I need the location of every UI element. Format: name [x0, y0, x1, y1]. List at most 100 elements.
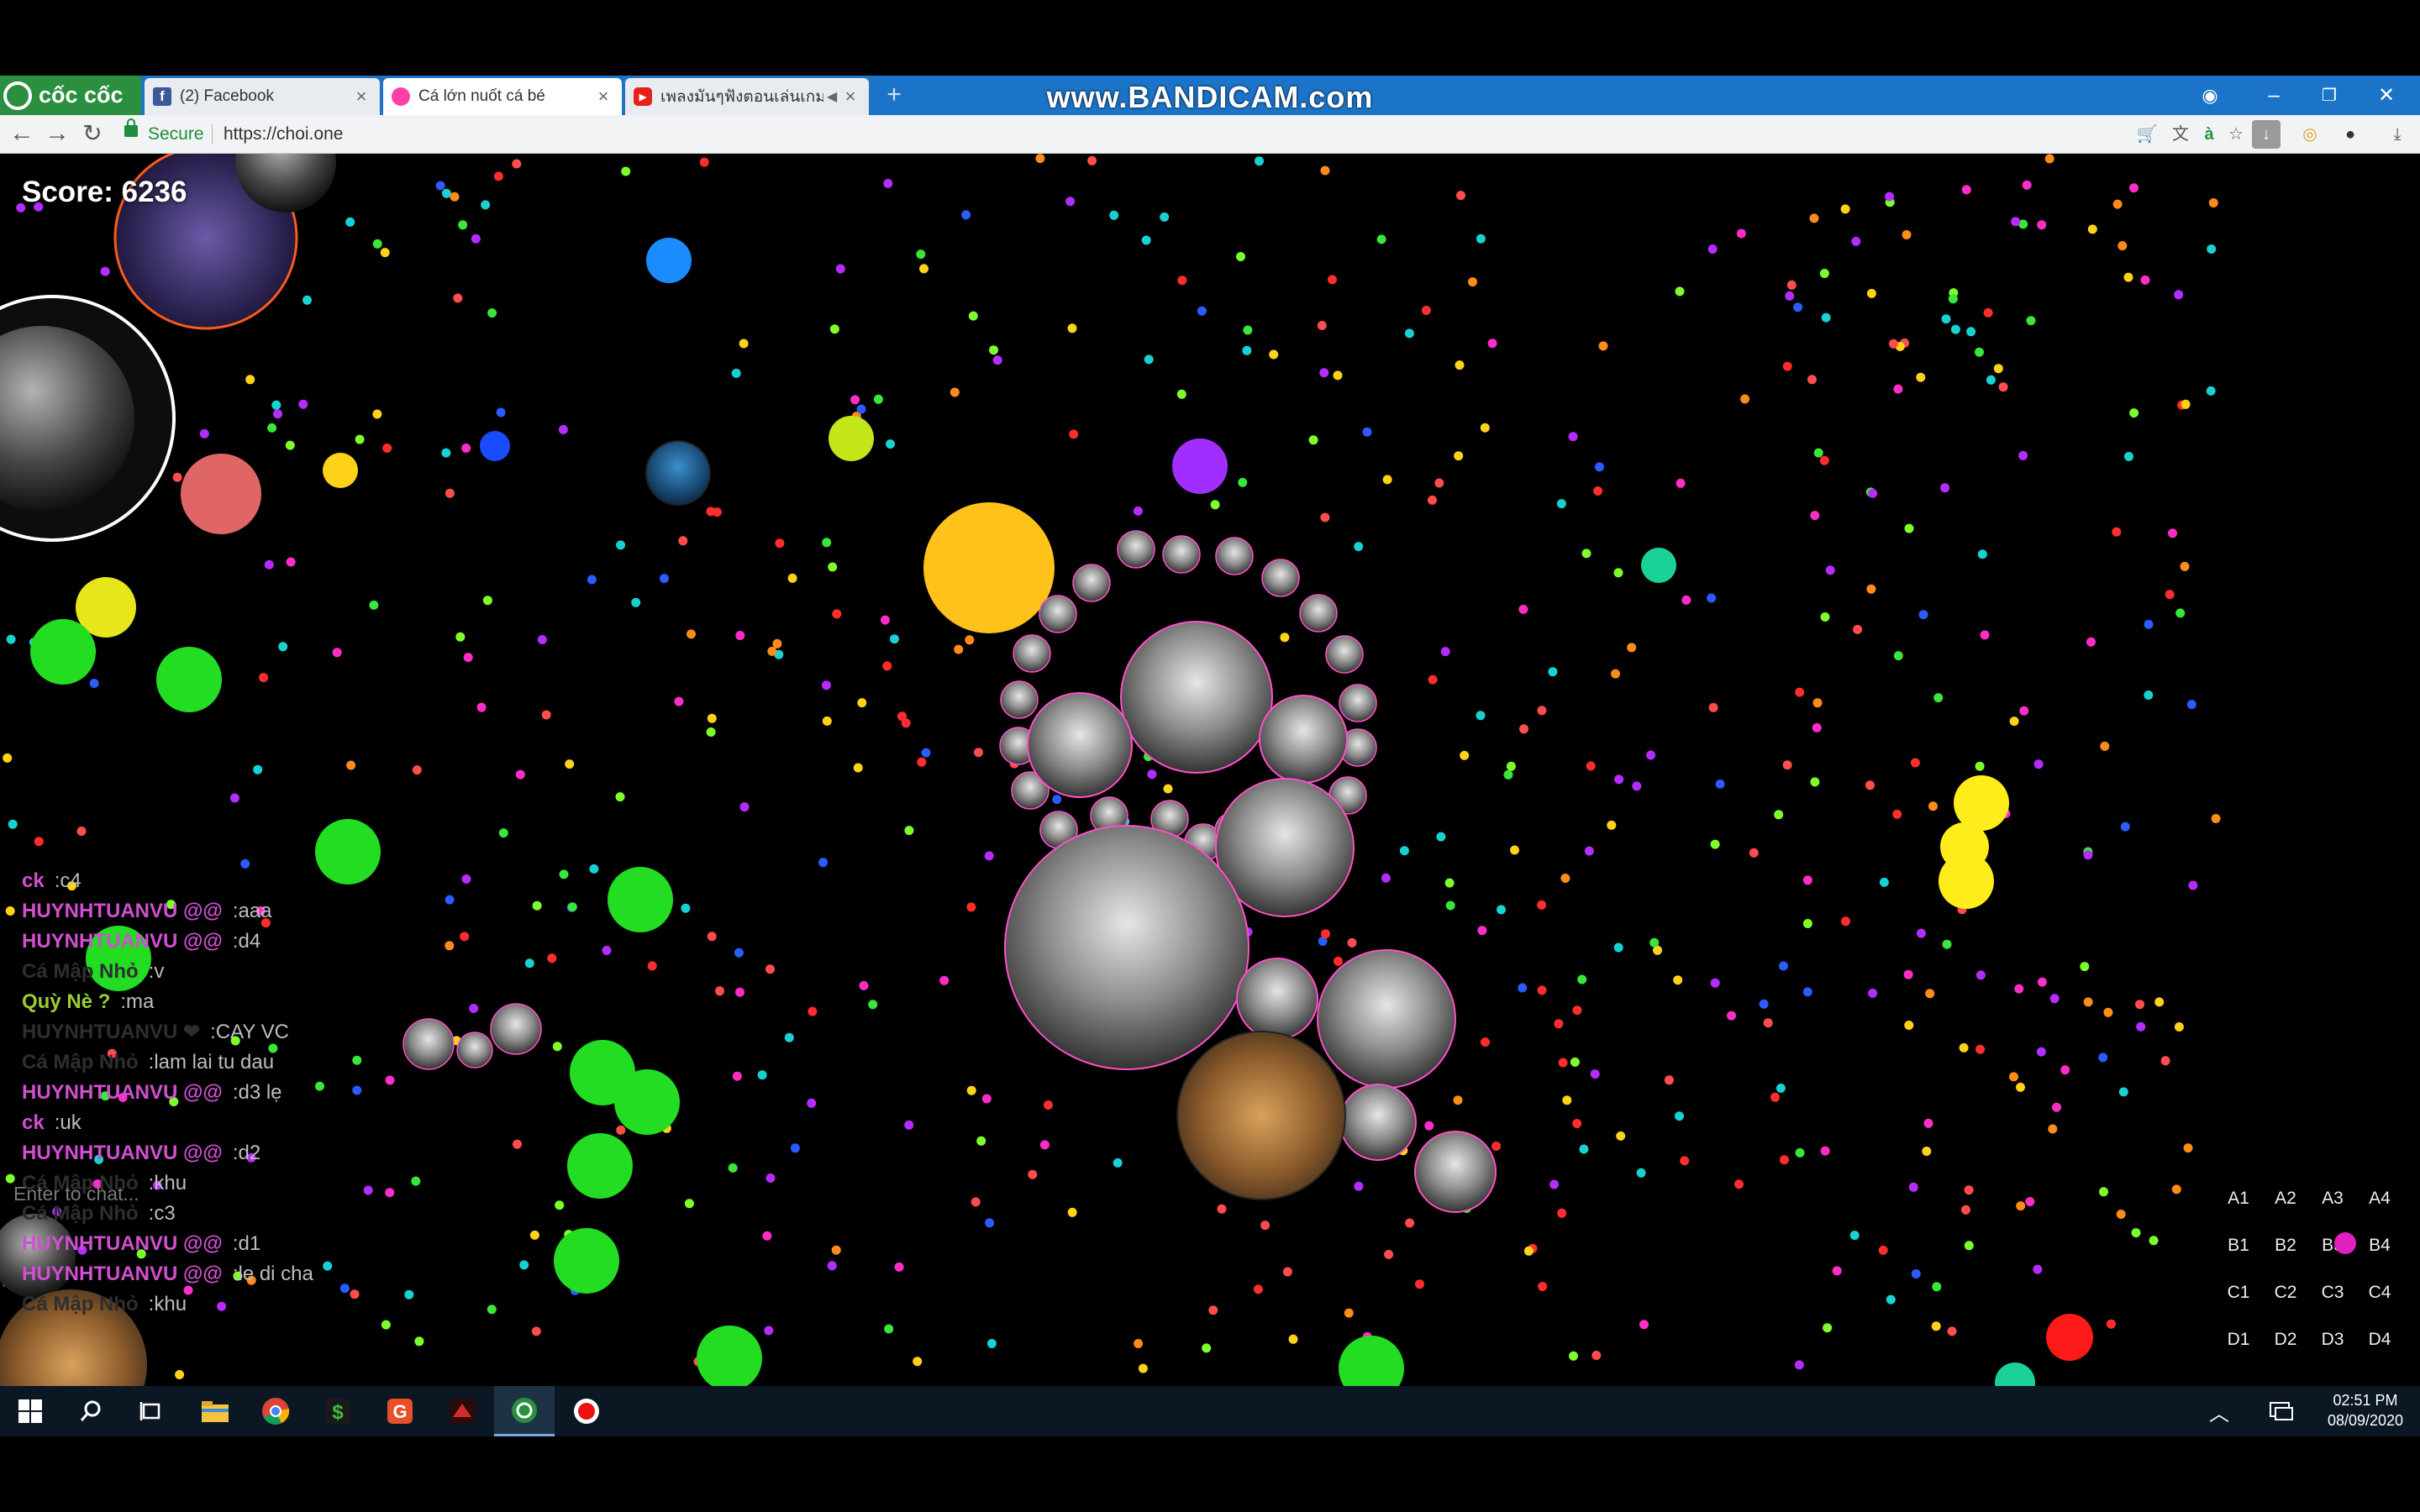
food-pellet	[1910, 758, 1920, 768]
food-pellet	[1491, 1142, 1502, 1151]
food-pellet	[1853, 624, 1863, 634]
food-pellet	[832, 609, 842, 619]
search-icon[interactable]	[60, 1386, 121, 1436]
food-pellet	[2171, 1184, 2181, 1194]
close-window-button[interactable]: ✕	[2361, 79, 2412, 113]
food-pellet	[1649, 937, 1660, 948]
player-cell	[1027, 692, 1133, 798]
notification-icon[interactable]	[2252, 1386, 2311, 1436]
close-tab-icon[interactable]: ×	[351, 86, 371, 108]
food-pellet	[2206, 386, 2216, 396]
food-pellet	[1627, 643, 1637, 653]
close-tab-icon[interactable]: ×	[840, 86, 860, 108]
money-app-icon[interactable]: $	[308, 1386, 368, 1436]
food-pellet	[1812, 698, 1823, 708]
color-blob	[1954, 775, 2009, 831]
minimize-button[interactable]: –	[2249, 79, 2299, 113]
food-pellet	[1320, 512, 1330, 522]
food-pellet	[1584, 846, 1594, 856]
back-button[interactable]: ←	[7, 118, 37, 150]
player-cell-small	[1339, 684, 1377, 722]
color-blob	[554, 1228, 619, 1294]
player-cell-small	[1215, 537, 1254, 575]
restore-button[interactable]: ❐	[2304, 79, 2354, 113]
translate-icon[interactable]: 文	[2166, 120, 2195, 149]
extension-icon[interactable]: ●	[2336, 120, 2365, 149]
windows-start-icon[interactable]	[0, 1386, 60, 1436]
food-pellet	[1415, 1279, 1424, 1289]
food-pellet	[731, 368, 741, 378]
coccoc-brand-button[interactable]: cốc cốc	[0, 76, 141, 115]
taskbar-clock[interactable]: 02:51 PM 08/09/2020	[2315, 1390, 2416, 1431]
color-blob	[646, 238, 692, 283]
food-pellet	[565, 759, 575, 769]
shopping-cart-icon[interactable]: 🛒	[2133, 120, 2161, 149]
food-pellet	[515, 769, 525, 780]
food-pellet	[453, 293, 463, 303]
close-tab-icon[interactable]: ×	[593, 86, 613, 108]
food-pellet	[873, 394, 883, 404]
food-pellet	[2136, 1021, 2146, 1032]
food-pellet	[1794, 1360, 1804, 1370]
brand-label: cốc cốc	[39, 82, 124, 108]
garena-icon[interactable]: G	[370, 1386, 430, 1436]
tab-youtube[interactable]: ▶ เพลงมันๆฟังตอนเล่นเกมก๊ ◀ ×	[625, 78, 869, 115]
reload-button[interactable]: ↻	[77, 118, 108, 150]
search-glyph-icon	[80, 1400, 101, 1421]
download-extension-icon[interactable]: ↓	[2252, 120, 2281, 149]
food-pellet	[1840, 204, 1850, 214]
url-field[interactable]: https://choi.one	[224, 121, 343, 148]
food-pellet	[245, 375, 255, 385]
chrome-icon[interactable]	[245, 1386, 306, 1436]
task-view-icon[interactable]	[121, 1386, 182, 1436]
food-pellet	[1832, 1266, 1842, 1276]
chat-input[interactable]	[12, 1178, 385, 1210]
speaker-icon[interactable]: ◀	[823, 88, 840, 105]
food-pellet	[984, 851, 994, 861]
food-pellet	[1354, 542, 1364, 552]
food-pellet	[1035, 154, 1045, 164]
food-pellet	[2098, 1053, 2108, 1063]
new-tab-button[interactable]: +	[882, 81, 906, 109]
star-bookmark-icon[interactable]: ☆	[2222, 120, 2250, 149]
food-pellet	[3, 753, 13, 763]
food-pellet	[1362, 427, 1372, 437]
food-pellet	[482, 596, 492, 606]
food-pellet	[1280, 633, 1290, 643]
bandicam-record-icon[interactable]	[556, 1386, 617, 1436]
food-pellet	[1134, 1339, 1144, 1348]
food-pellet	[971, 1197, 981, 1207]
food-pellet	[1334, 956, 1343, 966]
coccoc-taskbar-icon[interactable]	[494, 1386, 555, 1436]
food-pellet	[835, 264, 845, 274]
food-pellet	[1598, 341, 1608, 351]
minimap-cell: D3	[2321, 1330, 2344, 1349]
tab-facebook[interactable]: f (2) Facebook ×	[145, 78, 380, 115]
chat-message: :c4	[54, 869, 82, 892]
coccoc-dictionary-icon[interactable]: à	[2195, 120, 2223, 149]
tray-overflow-icon[interactable]: ︿	[2190, 1386, 2249, 1436]
chat-line: HUYNHTUANVU @@:d4	[22, 927, 408, 957]
minimap-cell: B2	[2275, 1236, 2296, 1255]
account-icon[interactable]: ◉	[2185, 79, 2235, 113]
food-pellet	[1210, 500, 1220, 510]
tab-game[interactable]: Cá lớn nuốt cá bé ×	[383, 78, 622, 115]
food-pellet	[1975, 761, 1985, 771]
file-explorer-icon[interactable]	[185, 1386, 245, 1436]
forward-button[interactable]: →	[42, 118, 72, 150]
extension-icon[interactable]: ◎	[2296, 120, 2324, 149]
food-pellet	[904, 1120, 914, 1130]
chat-log: ck:c4 HUYNHTUANVU @@:aaa HUYNHTUANVU @@:d4…	[22, 866, 408, 1320]
food-pellet	[916, 249, 926, 260]
action-center-icon	[2270, 1402, 2293, 1420]
minimap-cell: A3	[2322, 1189, 2344, 1208]
food-pellet	[1646, 750, 1656, 760]
minimap-cell: D2	[2274, 1330, 2297, 1349]
food-pellet	[414, 1336, 424, 1347]
downloads-icon[interactable]: ⤓	[2383, 120, 2412, 149]
game-launcher-icon[interactable]	[432, 1386, 492, 1436]
food-pellet	[1510, 845, 1519, 855]
food-pellet	[1675, 1111, 1684, 1121]
food-pellet	[1376, 234, 1386, 244]
color-blob	[608, 867, 673, 932]
